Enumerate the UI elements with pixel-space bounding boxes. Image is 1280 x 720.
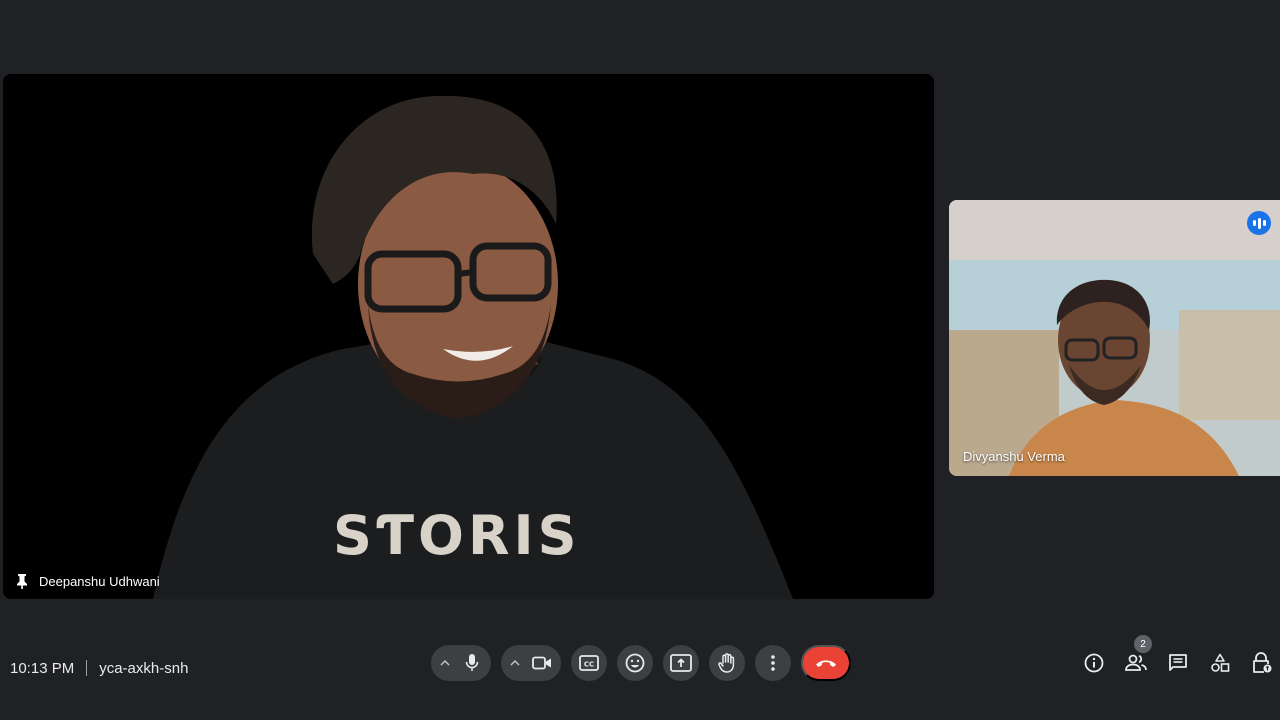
hand-icon [718, 653, 736, 673]
speaking-indicator-icon [1247, 211, 1271, 235]
chevron-up-icon[interactable] [437, 651, 453, 675]
chat-icon [1168, 653, 1188, 673]
people-icon [1125, 654, 1147, 672]
captions-icon: CC [579, 655, 599, 671]
more-vert-icon [771, 655, 775, 671]
camera-icon [532, 656, 552, 670]
mic-button[interactable] [457, 648, 487, 678]
more-options-button[interactable] [755, 645, 791, 681]
divider [86, 660, 88, 676]
activities-button[interactable] [1206, 645, 1234, 681]
reactions-button[interactable] [617, 645, 653, 681]
leave-call-button[interactable] [801, 645, 851, 681]
participant-name: Divyanshu Verma [963, 449, 1065, 464]
raise-hand-button[interactable] [709, 645, 745, 681]
side-panel-controls: 2 [1080, 635, 1276, 683]
people-button[interactable]: 2 [1122, 635, 1152, 681]
participant-count-badge: 2 [1134, 635, 1152, 653]
chat-button[interactable] [1164, 645, 1192, 681]
present-button[interactable] [663, 645, 699, 681]
participant-video [949, 200, 1280, 476]
meeting-details-button[interactable] [1080, 645, 1108, 681]
participant-label: Deepanshu Udhwani [15, 573, 160, 589]
main-participant-tile[interactable]: SƬORIS Deepanshu Udhwani [3, 74, 934, 599]
meeting-time: 10:13 PM [10, 659, 75, 677]
participant-video: SƬORIS [3, 74, 934, 599]
participant-name: Deepanshu Udhwani [39, 573, 160, 589]
lock-person-icon [1252, 652, 1272, 674]
present-icon [670, 654, 692, 672]
camera-control-group [501, 645, 561, 681]
chevron-up-icon[interactable] [507, 651, 523, 675]
shapes-icon [1210, 653, 1230, 673]
emoji-icon [625, 653, 645, 673]
svg-text:SƬORIS: SƬORIS [333, 504, 581, 567]
info-icon [1084, 653, 1104, 673]
host-controls-button[interactable] [1248, 645, 1276, 681]
side-participant-tile[interactable]: Divyanshu Verma [949, 200, 1280, 476]
svg-text:CC: CC [584, 661, 594, 669]
meet-stage: SƬORIS Deepanshu Udhwani Divyanshu Verma… [0, 0, 1280, 720]
camera-button[interactable] [527, 648, 557, 678]
captions-button[interactable]: CC [571, 645, 607, 681]
pin-icon[interactable] [15, 573, 29, 589]
mic-icon [465, 653, 479, 673]
mic-control-group [431, 645, 491, 681]
meeting-code[interactable]: yca-axkh-snh [99, 660, 188, 677]
call-controls: CC [431, 643, 851, 683]
bottom-toolbar: 10:13 PM yca-axkh-snh CC 2 [0, 635, 1280, 720]
meeting-info: 10:13 PM yca-axkh-snh [10, 653, 188, 683]
phone-hangup-icon [814, 658, 838, 668]
